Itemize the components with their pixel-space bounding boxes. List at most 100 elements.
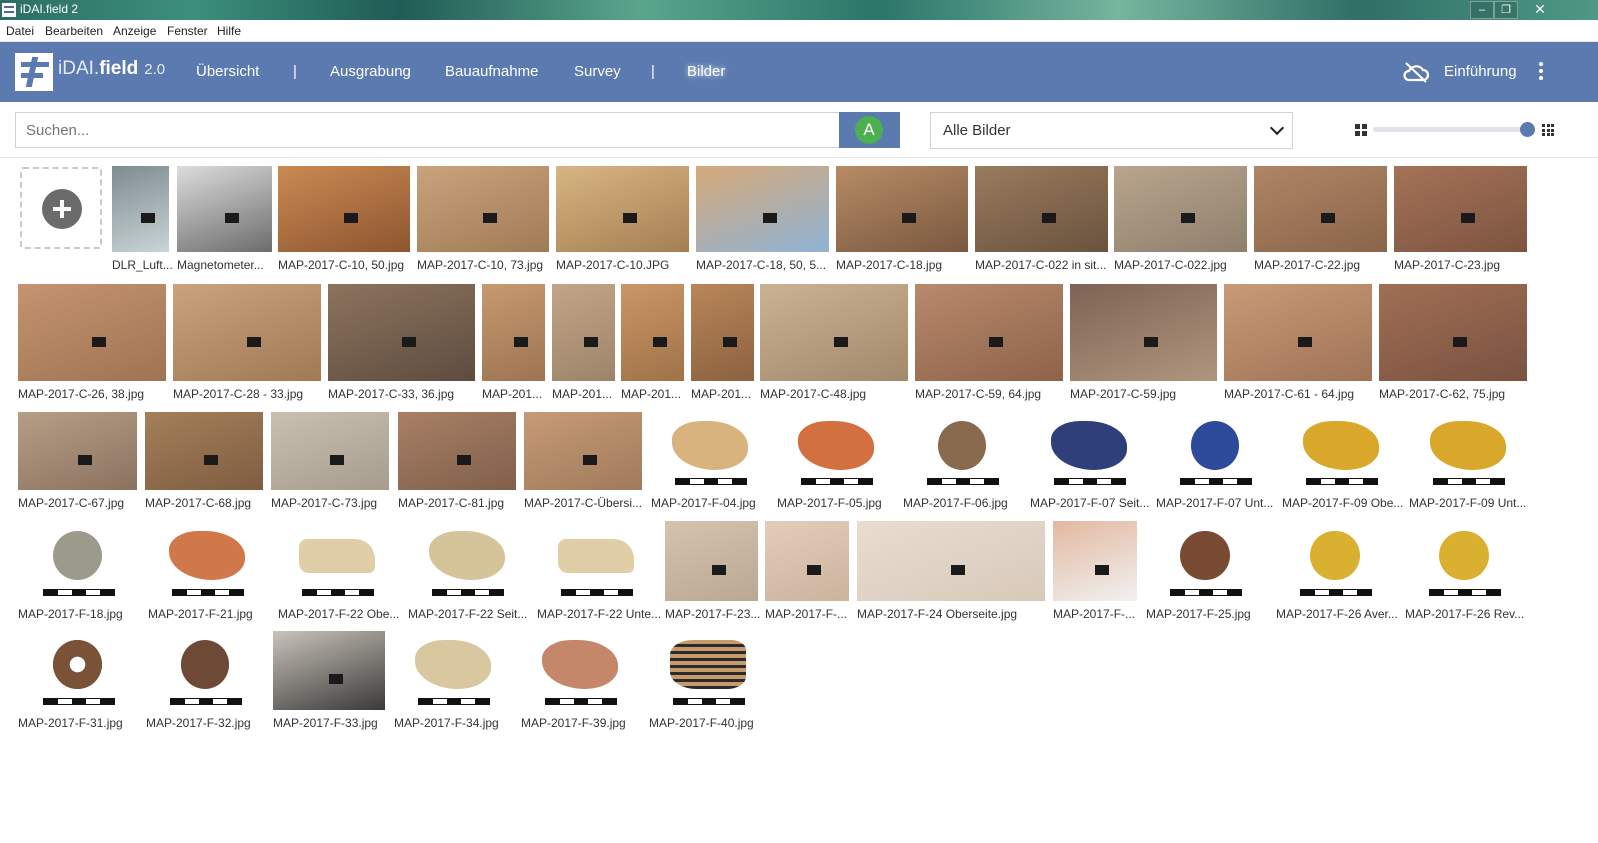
thumbnail-image[interactable] (1030, 412, 1148, 490)
image-thumbnail[interactable]: MAP-2017-C-73.jpg (271, 412, 389, 510)
image-thumbnail[interactable]: MAP-2017-F-34.jpg (394, 631, 512, 730)
thumbnail-image[interactable] (651, 412, 769, 490)
thumbnail-image[interactable] (278, 166, 410, 252)
image-thumbnail[interactable]: MAP-2017-C-22.jpg (1254, 166, 1387, 272)
thumbnail-image[interactable] (521, 631, 639, 710)
thumbnail-image[interactable] (145, 412, 263, 490)
image-thumbnail[interactable]: MAP-2017-F-04.jpg (651, 412, 769, 510)
image-thumbnail[interactable]: MAP-2017-F-25.jpg (1146, 521, 1264, 621)
minimize-button[interactable]: – (1470, 1, 1494, 19)
image-thumbnail[interactable]: MAP-2017-C-61 - 64.jpg (1224, 284, 1372, 401)
add-image-button[interactable] (20, 167, 102, 249)
image-thumbnail[interactable]: MAP-201... (482, 284, 545, 401)
thumbnail-image[interactable] (696, 166, 829, 252)
image-thumbnail[interactable]: MAP-201... (691, 284, 754, 401)
thumbnail-image[interactable] (408, 521, 526, 601)
thumbnail-image[interactable] (836, 166, 968, 252)
thumbnail-image[interactable] (112, 166, 169, 252)
thumbnail-image[interactable] (621, 284, 684, 381)
thumbnail-image[interactable] (278, 521, 396, 601)
image-thumbnail[interactable]: MAP-2017-C-022.jpg (1114, 166, 1247, 272)
menu-bearbeiten[interactable]: Bearbeiten (45, 24, 103, 38)
image-thumbnail[interactable]: MAP-2017-C-62, 75.jpg (1379, 284, 1527, 401)
image-thumbnail[interactable]: MAP-2017-F-21.jpg (148, 521, 266, 621)
image-thumbnail[interactable]: MAP-2017-F-39.jpg (521, 631, 639, 730)
image-thumbnail[interactable]: MAP-2017-F-33.jpg (273, 631, 385, 730)
thumbnail-image[interactable] (177, 166, 272, 252)
close-button[interactable]: ✕ (1520, 1, 1560, 17)
thumbnail-image[interactable] (1070, 284, 1217, 381)
image-thumbnail[interactable]: MAP-2017-C-67.jpg (18, 412, 137, 510)
more-menu-icon[interactable] (1536, 60, 1546, 84)
image-thumbnail[interactable]: MAP-2017-C-48.jpg (760, 284, 908, 401)
thumbnail-image[interactable] (765, 521, 849, 601)
image-thumbnail[interactable]: MAP-2017-C-022 in sit... (975, 166, 1108, 272)
thumbnail-image[interactable] (1224, 284, 1372, 381)
menu-datei[interactable]: Datei (6, 24, 34, 38)
image-thumbnail[interactable]: MAP-201... (552, 284, 615, 401)
thumbnail-image[interactable] (649, 631, 767, 710)
thumbnail-image[interactable] (691, 284, 754, 381)
thumbnail-image[interactable] (1156, 412, 1274, 490)
tutorial-link[interactable]: Einführung (1444, 63, 1517, 80)
thumbnail-image[interactable] (1254, 166, 1387, 252)
image-thumbnail[interactable]: MAP-2017-F-26 Rev... (1405, 521, 1524, 621)
image-thumbnail[interactable]: Magnetometer... (177, 166, 272, 272)
image-thumbnail[interactable]: MAP-2017-C-18.jpg (836, 166, 968, 272)
thumbnail-image[interactable] (1114, 166, 1247, 252)
image-thumbnail[interactable]: MAP-201... (621, 284, 684, 401)
thumbnail-image[interactable] (665, 521, 758, 601)
cloud-off-icon[interactable] (1402, 60, 1430, 84)
image-thumbnail[interactable]: MAP-2017-C-23.jpg (1394, 166, 1527, 272)
thumbnail-image[interactable] (975, 166, 1108, 252)
image-thumbnail[interactable]: MAP-2017-F-22 Unte... (537, 521, 661, 621)
thumbnail-image[interactable] (1282, 412, 1400, 490)
thumbnail-image[interactable] (1053, 521, 1137, 601)
thumbnail-image[interactable] (328, 284, 475, 381)
image-thumbnail[interactable]: MAP-2017-C-18, 50, 5... (696, 166, 829, 272)
logo-icon[interactable] (15, 53, 53, 91)
image-thumbnail[interactable]: MAP-2017-F-09 Unt... (1409, 412, 1527, 510)
thumbnail-image[interactable] (524, 412, 642, 490)
image-thumbnail[interactable]: MAP-2017-C-26, 38.jpg (18, 284, 166, 401)
image-thumbnail[interactable]: MAP-2017-F-07 Seit... (1030, 412, 1149, 510)
menu-fenster[interactable]: Fenster (167, 24, 208, 38)
thumbnail-image[interactable] (398, 412, 516, 490)
thumbnail-image[interactable] (482, 284, 545, 381)
image-thumbnail[interactable]: MAP-2017-F-40.jpg (649, 631, 767, 730)
image-thumbnail[interactable]: MAP-2017-F-07 Unt... (1156, 412, 1274, 510)
menu-hilfe[interactable]: Hilfe (217, 24, 241, 38)
thumbnail-image[interactable] (146, 631, 264, 710)
image-thumbnail[interactable]: MAP-2017-F-18.jpg (18, 521, 137, 621)
image-thumbnail[interactable]: MAP-2017-F-24 Oberseite.jpg (857, 521, 1045, 621)
image-thumbnail[interactable]: MAP-2017-C-81.jpg (398, 412, 516, 510)
grid-many-columns-icon[interactable] (1542, 124, 1554, 136)
nav-bauaufnahme[interactable]: Bauaufnahme (445, 63, 538, 80)
thumbnail-image[interactable] (537, 521, 655, 601)
thumbnail-image[interactable] (18, 284, 166, 381)
image-thumbnail[interactable]: MAP-2017-C-10.JPG (556, 166, 689, 272)
thumbnail-image[interactable] (777, 412, 895, 490)
thumbnail-image[interactable] (273, 631, 385, 710)
thumbnail-image[interactable] (394, 631, 512, 710)
thumbnail-image[interactable] (552, 284, 615, 381)
search-input[interactable] (15, 112, 839, 148)
image-thumbnail[interactable]: MAP-2017-C-28 - 33.jpg (173, 284, 321, 401)
image-thumbnail[interactable]: MAP-2017-F-23... (665, 521, 760, 621)
thumbnail-image[interactable] (18, 631, 137, 710)
menu-anzeige[interactable]: Anzeige (113, 24, 156, 38)
image-thumbnail[interactable]: MAP-2017-C-Übersi... (524, 412, 642, 510)
thumbnail-image[interactable] (1394, 166, 1527, 252)
thumbnail-image[interactable] (760, 284, 908, 381)
image-thumbnail[interactable]: MAP-2017-F-26 Aver... (1276, 521, 1398, 621)
image-thumbnail[interactable]: DLR_Luft... (112, 166, 173, 272)
thumbnail-image[interactable] (1379, 284, 1527, 381)
thumbnail-image[interactable] (857, 521, 1045, 601)
image-thumbnail[interactable]: MAP-2017-F-... (765, 521, 849, 621)
search-filter-button[interactable]: A (839, 112, 900, 148)
thumbnail-image[interactable] (148, 521, 266, 601)
nav-survey[interactable]: Survey (574, 63, 621, 80)
nav-bilder[interactable]: Bilder (687, 63, 725, 80)
zoom-slider-handle[interactable] (1520, 122, 1535, 137)
thumbnail-image[interactable] (18, 521, 137, 601)
